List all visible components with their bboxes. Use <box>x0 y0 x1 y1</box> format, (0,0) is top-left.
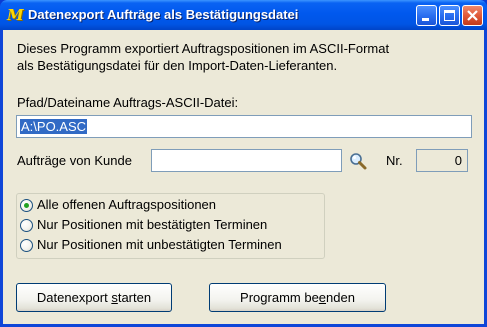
window-title: Datenexport Aufträge als Bestätigungsdat… <box>28 7 299 22</box>
end-label-part: Programm be <box>240 290 319 305</box>
start-label-part: Datenexport <box>36 290 112 305</box>
radio-button[interactable] <box>20 239 33 252</box>
path-input[interactable]: A:\PO.ASC <box>16 115 472 138</box>
intro-line-1: Dieses Programm exportiert Auftragsposit… <box>17 41 390 56</box>
radio-button[interactable] <box>20 219 33 232</box>
radio-selected-dot <box>24 203 29 208</box>
maximize-button[interactable] <box>439 5 460 26</box>
nr-label: Nr. <box>386 153 403 168</box>
title-bar[interactable]: M Datenexport Aufträge als Bestätigungsd… <box>0 0 487 30</box>
exit-program-button[interactable]: Programm beenden <box>209 283 386 312</box>
customer-input[interactable] <box>151 149 342 172</box>
option-label: Nur Positionen mit bestätigten Terminen <box>37 217 268 232</box>
end-mnemonic: e <box>318 290 327 305</box>
minimize-icon <box>422 18 429 21</box>
nr-field: 0 <box>416 149 468 172</box>
export-option-group: Alle offenen Auftragspositionen Nur Posi… <box>16 193 325 259</box>
option-label: Alle offenen Auftragspositionen <box>37 197 217 212</box>
end-label-part: nden <box>326 290 355 305</box>
start-export-button[interactable]: Datenexport starten <box>16 283 172 312</box>
intro-text: Dieses Programm exportiert Auftragsposit… <box>17 40 389 74</box>
app-logo-icon: M <box>7 6 24 24</box>
option-label: Nur Positionen mit unbestätigten Termine… <box>37 237 282 252</box>
path-label: Pfad/Dateiname Auftrags-ASCII-Datei: <box>17 95 239 110</box>
customer-label: Aufträge von Kunde <box>17 153 132 168</box>
dialog-body: Dieses Programm exportiert Auftragsposit… <box>3 30 484 324</box>
path-value: A:\PO.ASC <box>20 119 88 134</box>
minimize-button[interactable] <box>416 5 437 26</box>
close-icon <box>467 10 478 21</box>
dialog-window: M Datenexport Aufträge als Bestätigungsd… <box>0 0 487 327</box>
start-label-part: tarten <box>117 290 152 305</box>
close-button[interactable] <box>462 5 483 26</box>
maximize-icon <box>444 10 455 21</box>
radio-button[interactable] <box>20 199 33 212</box>
search-icon[interactable] <box>348 151 368 171</box>
intro-line-2: als Bestätigungsdatei für den Import-Dat… <box>17 58 338 73</box>
